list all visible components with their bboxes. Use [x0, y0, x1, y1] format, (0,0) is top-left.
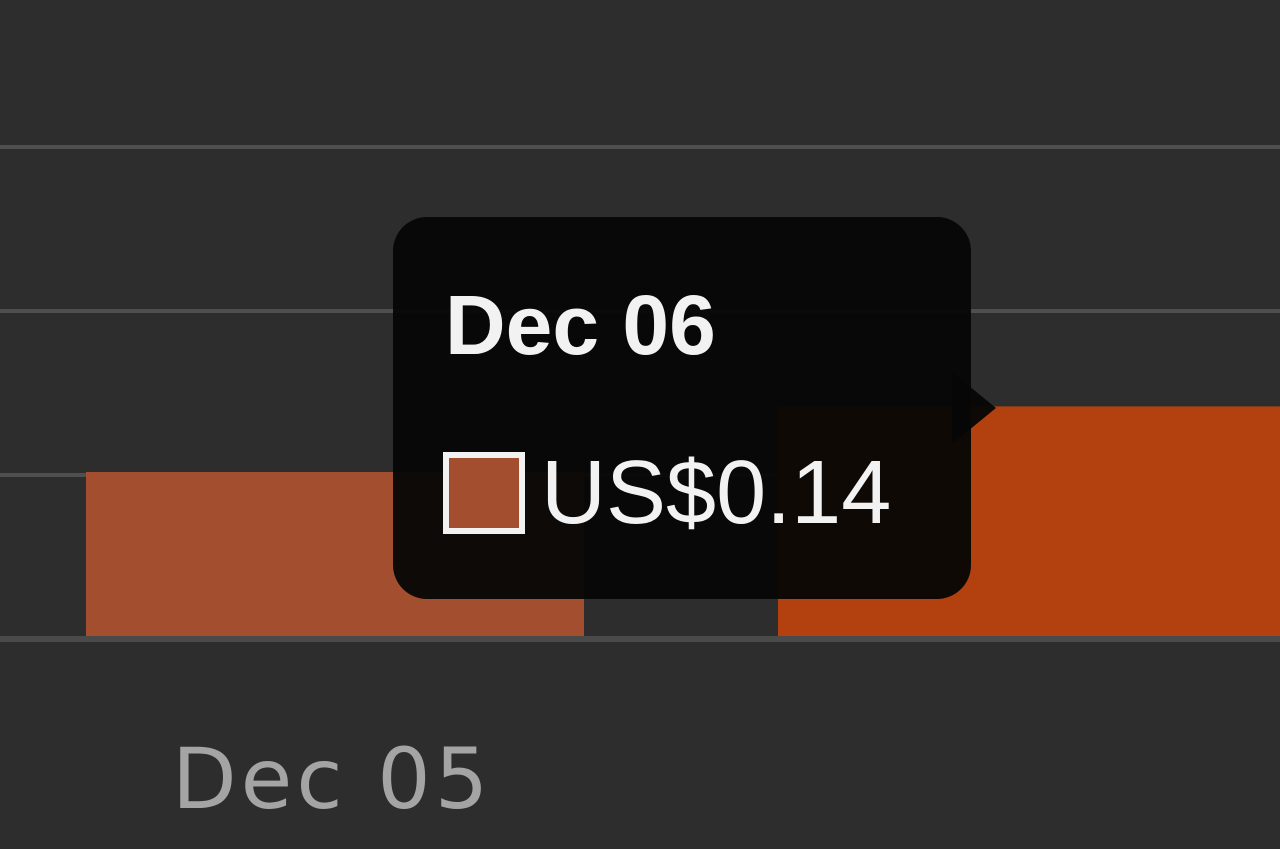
x-axis-ticks: Dec 05: [172, 730, 492, 828]
chart-area: Dec 05 Dec 06 US$0.14: [0, 0, 1280, 849]
tooltip-swatch: [443, 452, 525, 534]
tooltip: Dec 06 US$0.14: [393, 217, 971, 599]
tooltip-row: US$0.14: [443, 443, 891, 543]
tooltip-value: US$0.14: [541, 443, 892, 543]
tooltip-title: Dec 06: [445, 278, 716, 372]
x-tick-label: Dec 05: [172, 730, 492, 828]
